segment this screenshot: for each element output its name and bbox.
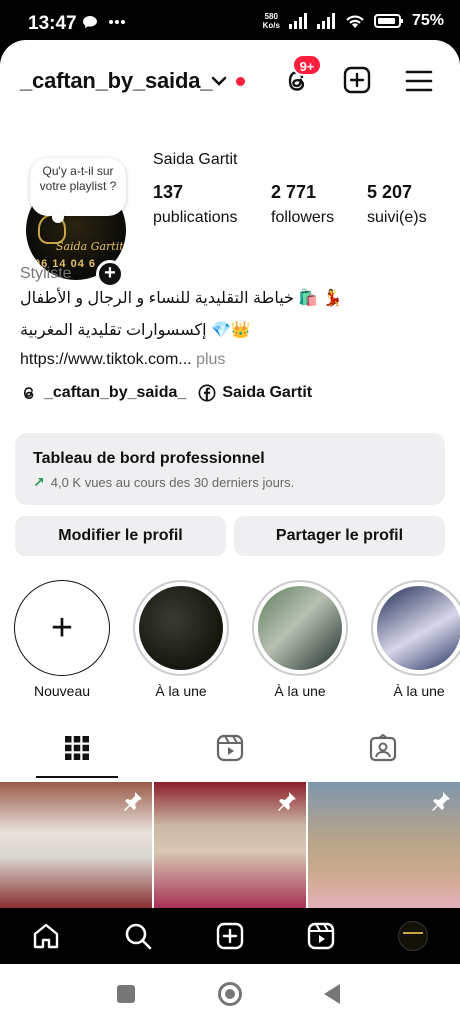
profile-tabs: [0, 720, 460, 778]
bio-link[interactable]: https://www.tiktok.com... plus: [20, 351, 225, 369]
create-post-icon[interactable]: [342, 65, 372, 95]
pin-icon: [124, 792, 142, 811]
back-icon[interactable]: [324, 984, 340, 1004]
notification-badge: 9+: [292, 54, 322, 76]
profile-top-bar: _caftan_by_saida_ 9+: [0, 54, 460, 104]
highlight-item[interactable]: À la une: [371, 580, 460, 699]
status-time: 13:47: [28, 13, 77, 34]
username-switcher[interactable]: _caftan_by_saida_: [20, 68, 212, 94]
pin-icon: [278, 792, 296, 811]
professional-dashboard[interactable]: Tableau de bord professionnel ↗ 4,0 K vu…: [15, 433, 445, 505]
unread-dot: [236, 77, 245, 86]
trending-up-icon: ↗: [33, 474, 45, 490]
threads-small-icon: [23, 387, 34, 399]
recent-apps-icon[interactable]: [117, 985, 135, 1003]
add-story-plus-icon[interactable]: +: [96, 260, 124, 288]
home-system-icon[interactable]: [218, 982, 242, 1006]
battery-icon: [373, 14, 403, 28]
bottom-navigation: [0, 908, 460, 964]
bio-line-2: إكسسوارات تقليدية المغربية 💎👑: [20, 322, 251, 339]
profile-nav-avatar[interactable]: [398, 921, 428, 951]
highlight-item[interactable]: À la une: [133, 580, 229, 699]
network-speed: 580 Ko/s: [262, 12, 280, 30]
highlight-item[interactable]: À la une: [252, 580, 348, 699]
signal-icon: [288, 13, 307, 29]
highlight-cover: [258, 586, 342, 670]
tab-tagged[interactable]: [342, 720, 424, 776]
new-post-icon[interactable]: [215, 921, 245, 951]
stat-posts[interactable]: 137 publications: [153, 182, 271, 227]
chat-bubble-icon: [83, 16, 97, 28]
menu-icon[interactable]: [404, 66, 434, 96]
dashboard-subtitle: 4,0 K vues au cours des 30 derniers jour…: [50, 475, 295, 490]
highlight-cover: [139, 586, 223, 670]
battery-level: 75: [411, 12, 430, 29]
chevron-down-icon[interactable]: [210, 74, 228, 88]
avatar-logo-name: Saida Gartit: [56, 240, 124, 253]
highlight-cover: [377, 586, 460, 670]
tagged-person-icon: [369, 734, 397, 762]
bio-more-link[interactable]: plus: [196, 351, 225, 368]
profile-stats: 137 publications 2 771 followers 5 207 s…: [153, 182, 460, 227]
external-links: _caftan_by_saida_ Saida Gartit: [20, 384, 324, 402]
grid-post[interactable]: [308, 782, 460, 908]
tab-posts-grid[interactable]: [36, 720, 118, 776]
more-dots-icon: [109, 20, 125, 24]
stat-following[interactable]: 5 207 suivi(e)s: [367, 182, 460, 227]
active-tab-indicator: [36, 776, 118, 778]
grid-icon: [65, 736, 89, 760]
grid-post[interactable]: [154, 782, 306, 908]
share-profile-button[interactable]: Partager le profil: [234, 516, 445, 556]
profile-page: _caftan_by_saida_ 9+ Saida Gartit 06 14 …: [0, 40, 460, 908]
pin-icon: [432, 792, 450, 811]
facebook-icon: [198, 384, 216, 402]
highlight-new[interactable]: + Nouveau: [14, 580, 110, 699]
facebook-profile-link[interactable]: Saida Gartit: [198, 384, 312, 402]
threads-profile-link[interactable]: _caftan_by_saida_: [20, 384, 186, 402]
grid-post[interactable]: [0, 782, 152, 908]
reels-icon: [216, 734, 244, 762]
display-name: Saida Gartit: [153, 151, 238, 168]
signal-icon-2: [316, 13, 335, 29]
stat-followers[interactable]: 2 771 followers: [271, 182, 367, 227]
search-icon[interactable]: [123, 921, 153, 951]
note-bubble[interactable]: Qu'y a-t-il sur votre playlist ?: [30, 158, 126, 223]
tab-reels[interactable]: [189, 720, 271, 776]
reels-nav-icon[interactable]: [306, 921, 336, 951]
plus-icon[interactable]: +: [14, 580, 110, 676]
bio-link-url[interactable]: https://www.tiktok.com...: [20, 351, 192, 368]
wifi-icon: [346, 15, 364, 28]
profile-category: Styliste: [20, 265, 72, 282]
home-icon[interactable]: [31, 921, 61, 951]
edit-profile-button[interactable]: Modifier le profil: [15, 516, 226, 556]
bio-line-1: خياطة التقليدية للنساء و الرجال و الأطفا…: [20, 290, 343, 307]
system-navigation-bar: [0, 964, 460, 1024]
dashboard-title: Tableau de bord professionnel: [33, 450, 265, 467]
